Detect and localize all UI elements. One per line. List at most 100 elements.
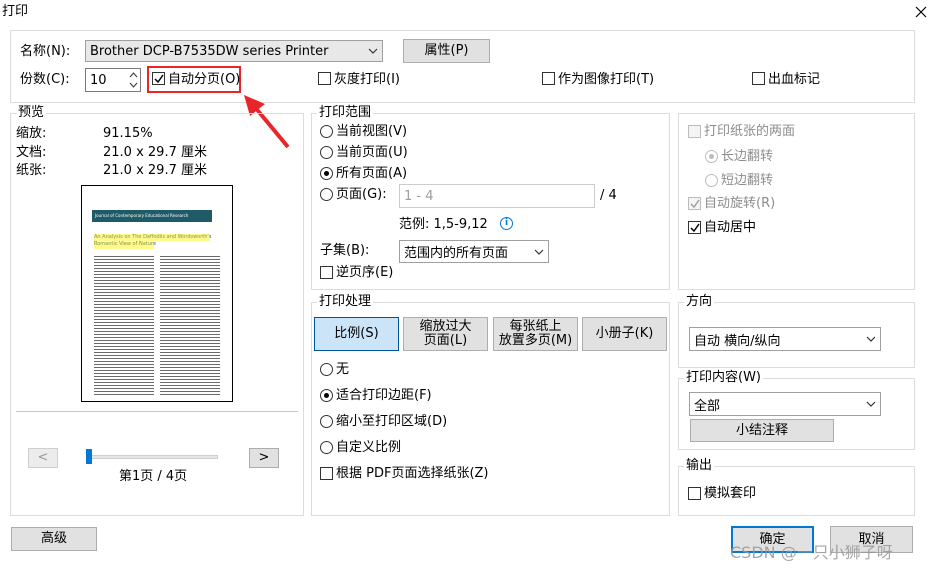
- copies-value: 10: [90, 72, 107, 88]
- printer-name-label: 名称(N):: [20, 44, 71, 59]
- close-icon: [915, 6, 927, 18]
- tab-scale[interactable]: 比例(S): [314, 317, 399, 351]
- custom-scale-radio[interactable]: [320, 441, 333, 454]
- scale-none-label[interactable]: 无: [336, 362, 349, 378]
- auto-rotate-checkbox[interactable]: [688, 197, 701, 210]
- chevron-down-icon: [364, 41, 382, 61]
- bleed-marks-checkbox[interactable]: [752, 72, 765, 85]
- shrink-label[interactable]: 缩小至打印区域(D): [336, 414, 447, 430]
- print-range-title: 打印范围: [317, 105, 374, 120]
- shrink-radio[interactable]: [320, 415, 333, 428]
- reverse-pages-label[interactable]: 逆页序(E): [336, 265, 393, 281]
- window-title: 打印: [2, 4, 29, 19]
- tab-multiple-line1: 每张纸上: [509, 319, 562, 334]
- print-content-select-value: 全部: [694, 398, 721, 414]
- pages-label[interactable]: 页面(G):: [336, 187, 387, 203]
- next-page-button[interactable]: >: [249, 448, 279, 468]
- subset-select[interactable]: 范围内的所有页面: [399, 240, 549, 263]
- scale-none-radio[interactable]: [320, 363, 333, 376]
- pages-range-input[interactable]: 1 - 4: [399, 184, 595, 208]
- chevron-down-icon: [862, 393, 880, 415]
- custom-scale-label[interactable]: 自定义比例: [336, 440, 401, 456]
- copies-label: 份数(C):: [20, 72, 70, 87]
- tab-multiple[interactable]: 每张纸上 放置多页(M): [493, 317, 578, 351]
- check-icon: [690, 199, 700, 209]
- thumb-text-column-right: [160, 256, 220, 396]
- fit-margins-label[interactable]: 适合打印边距(F): [336, 388, 432, 404]
- collate-checkbox[interactable]: [152, 72, 165, 85]
- preview-title: 预览: [16, 105, 47, 120]
- grayscale-checkbox[interactable]: [318, 72, 331, 85]
- choose-paper-label[interactable]: 根据 PDF页面选择纸张(Z): [336, 466, 489, 482]
- bleed-marks-label[interactable]: 出血标记: [768, 72, 820, 88]
- advanced-button[interactable]: 高级: [11, 527, 97, 551]
- auto-center-label[interactable]: 自动居中: [704, 220, 756, 236]
- summarize-comments-button[interactable]: 小结注释: [690, 419, 834, 442]
- close-button[interactable]: [910, 2, 932, 22]
- tab-poster-line2: 页面(L): [423, 333, 468, 348]
- auto-rotate-label[interactable]: 自动旋转(R): [704, 196, 775, 212]
- print-as-image-checkbox[interactable]: [542, 72, 555, 85]
- thumb-journal-header: Journal of Contemporary Educational Rese…: [92, 210, 212, 222]
- copies-spinner[interactable]: [127, 69, 140, 91]
- document-size-value: 21.0 x 29.7 厘米: [103, 145, 207, 160]
- current-view-radio[interactable]: [320, 125, 333, 138]
- collate-label[interactable]: 自动分页(O): [168, 72, 240, 88]
- page-preview: Journal of Contemporary Educational Rese…: [81, 185, 233, 402]
- orientation-select-value: 自动 横向/纵向: [694, 333, 781, 349]
- document-size-label: 文档:: [16, 145, 47, 160]
- both-sides-label[interactable]: 打印纸张的两面: [704, 124, 795, 140]
- properties-button[interactable]: 属性(P): [403, 39, 490, 63]
- tab-booklet[interactable]: 小册子(K): [582, 317, 667, 351]
- orientation-title: 方向: [684, 294, 715, 309]
- both-sides-checkbox[interactable]: [688, 125, 701, 138]
- orientation-select[interactable]: 自动 横向/纵向: [689, 327, 881, 351]
- auto-center-checkbox[interactable]: [688, 221, 701, 234]
- printer-select[interactable]: Brother DCP-B7535DW series Printer: [85, 40, 383, 62]
- chevron-down-icon: [862, 328, 880, 350]
- print-as-image-label[interactable]: 作为图像打印(T): [558, 72, 654, 88]
- reverse-pages-checkbox[interactable]: [320, 266, 333, 279]
- long-edge-label[interactable]: 长边翻转: [721, 149, 773, 165]
- printer-select-value: Brother DCP-B7535DW series Printer: [90, 43, 329, 59]
- fit-margins-radio[interactable]: [320, 389, 333, 402]
- info-icon[interactable]: i: [500, 217, 513, 230]
- thumb-title-highlight: [94, 234, 210, 241]
- prev-page-button[interactable]: <: [28, 448, 58, 468]
- short-edge-radio[interactable]: [705, 174, 718, 187]
- simulate-overprint-checkbox[interactable]: [688, 487, 701, 500]
- page-slider-thumb[interactable]: [86, 449, 92, 464]
- subset-label: 子集(B):: [320, 243, 370, 258]
- thumb-text-column-left: [94, 256, 154, 396]
- print-content-select[interactable]: 全部: [689, 392, 881, 416]
- print-handling-title: 打印处理: [317, 294, 374, 309]
- pages-example: 范例: 1,5-9,12: [399, 217, 488, 232]
- pages-range-placeholder: 1 - 4: [404, 188, 434, 204]
- grayscale-label[interactable]: 灰度打印(I): [334, 72, 400, 88]
- page-indicator: 第1页 / 4页: [119, 469, 188, 484]
- paper-size-label: 纸张:: [16, 163, 47, 178]
- current-page-label[interactable]: 当前页面(U): [336, 145, 408, 161]
- check-icon: [690, 223, 700, 233]
- preview-divider: [16, 411, 298, 412]
- all-pages-label[interactable]: 所有页面(A): [336, 166, 407, 182]
- paper-size-value: 21.0 x 29.7 厘米: [103, 163, 207, 178]
- page-slider[interactable]: [87, 455, 218, 459]
- zoom-label: 缩放:: [16, 126, 47, 141]
- short-edge-label[interactable]: 短边翻转: [721, 173, 773, 189]
- tab-poster-line1: 缩放过大: [419, 319, 472, 334]
- tab-poster[interactable]: 缩放过大 页面(L): [403, 317, 488, 351]
- zoom-value: 91.15%: [103, 126, 153, 141]
- current-page-radio[interactable]: [320, 146, 333, 159]
- output-title: 输出: [684, 458, 715, 473]
- tab-multiple-line2: 放置多页(M): [498, 333, 573, 348]
- all-pages-radio[interactable]: [320, 167, 333, 180]
- check-icon: [154, 74, 164, 84]
- subset-select-value: 范围内的所有页面: [404, 246, 509, 261]
- simulate-overprint-label[interactable]: 模拟套印: [704, 486, 756, 502]
- spinner-arrows-icon: [129, 72, 138, 88]
- long-edge-radio[interactable]: [705, 150, 718, 163]
- pages-radio[interactable]: [320, 188, 333, 201]
- choose-paper-checkbox[interactable]: [320, 467, 333, 480]
- current-view-label[interactable]: 当前视图(V): [336, 124, 407, 140]
